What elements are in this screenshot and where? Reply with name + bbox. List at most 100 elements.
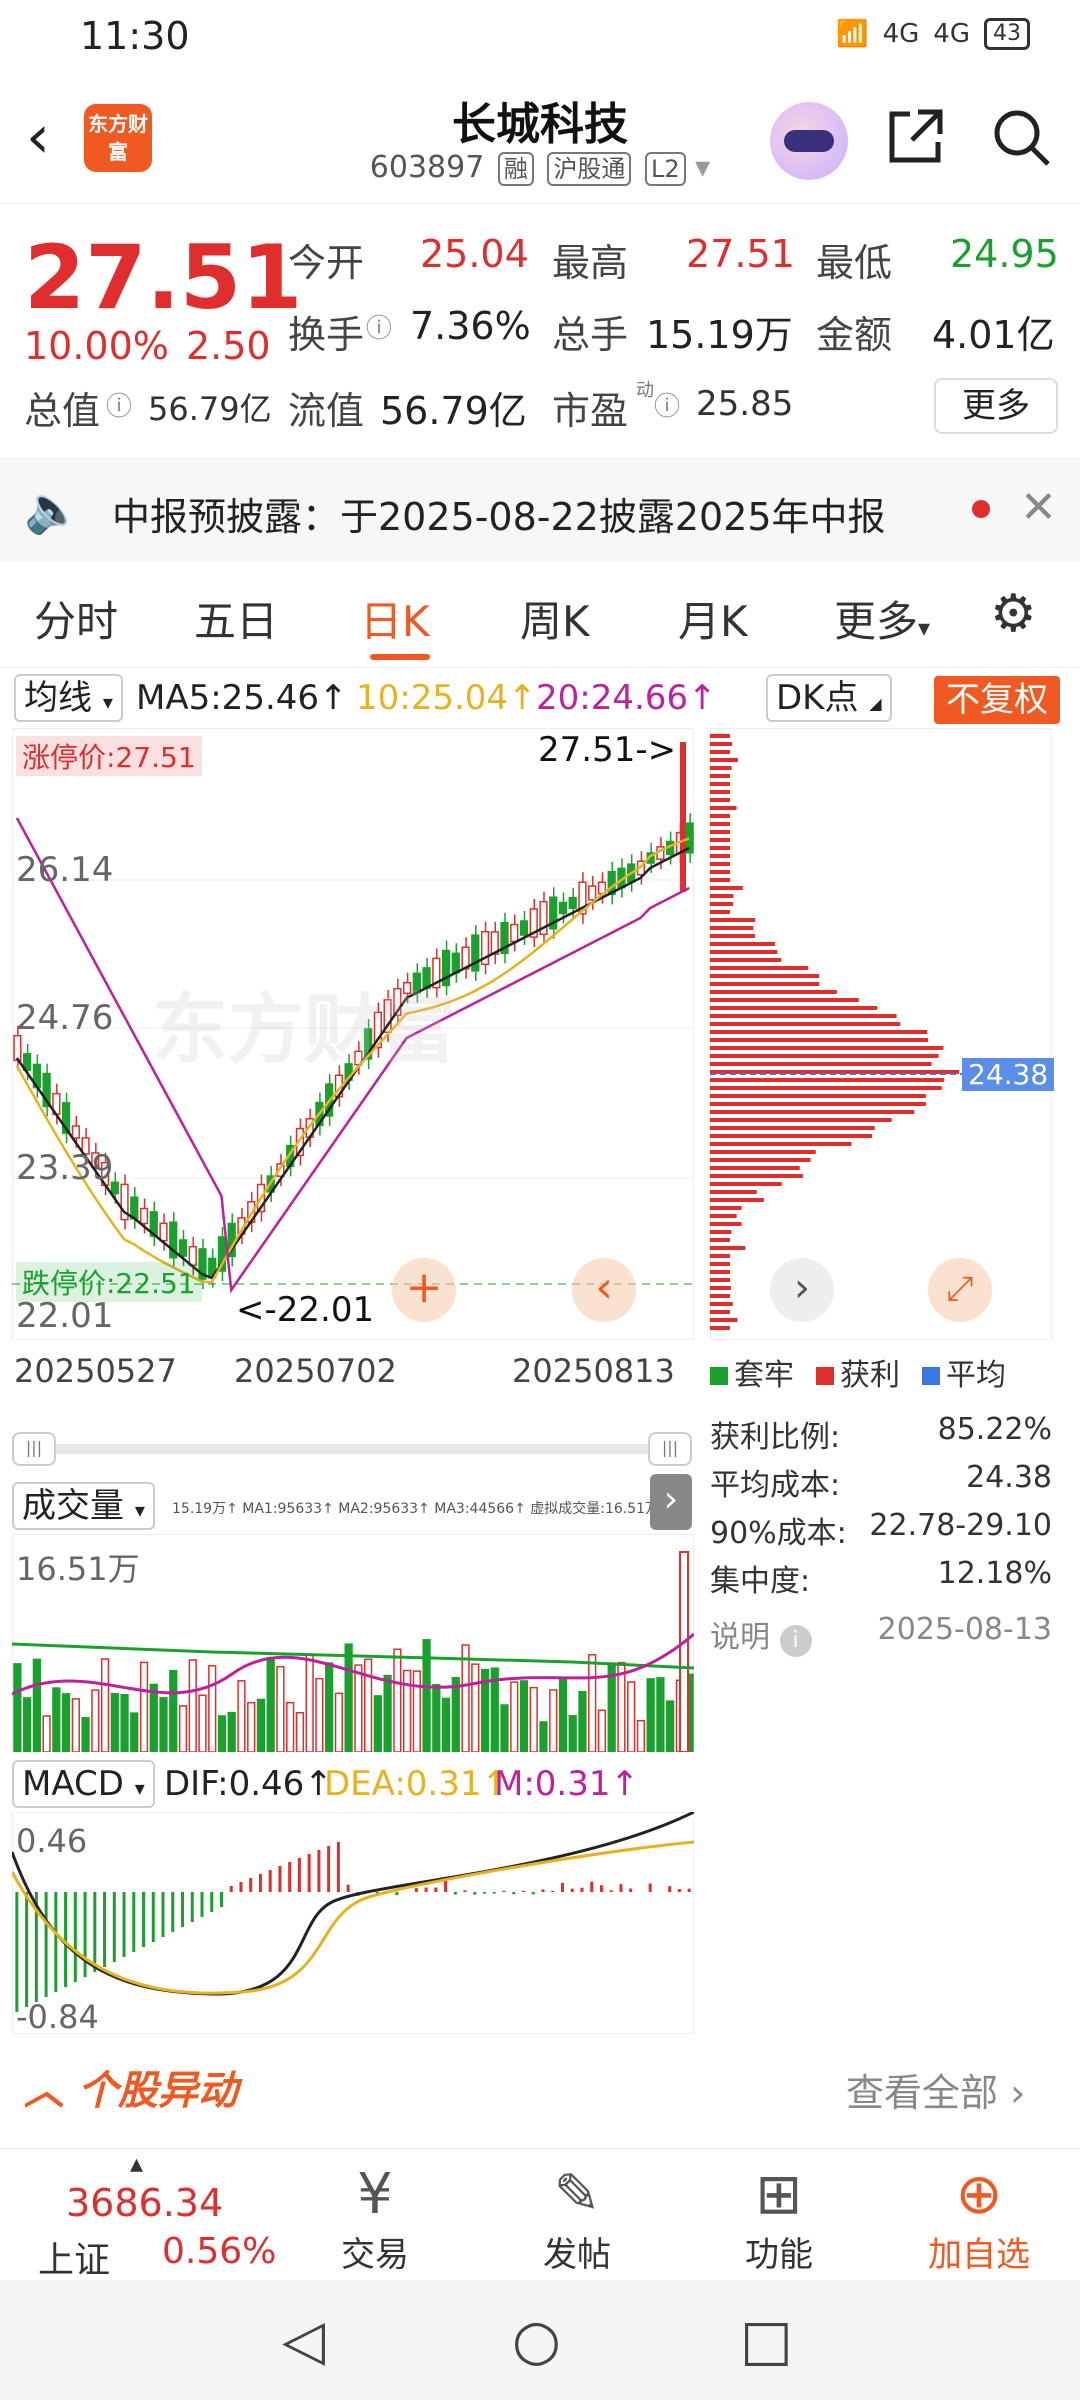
chip-bar [710,1038,929,1042]
volume-bar [568,1715,577,1753]
avg-cost-badge: 24.38 [962,1058,1055,1091]
abnormal-title[interactable]: ︿ 个股异动 [24,2058,238,2116]
index-pct[interactable]: 0.56% [162,2231,276,2272]
index-name[interactable]: 上证 [38,2231,110,2283]
tab-more[interactable]: 更多▾ [834,588,930,649]
explain-link[interactable]: 说明 i [710,1612,812,1657]
candle-body [471,934,480,972]
more-button[interactable]: 更多 [934,378,1058,434]
y-tick: 24.76 [16,998,114,1038]
x-tick-date: 20250813 [512,1352,675,1390]
info-icon[interactable]: ⓘ [654,386,680,423]
header: ‹ 东方财富 长城科技 603897 融 沪股通 L2 ▾ [0,72,1080,204]
volume-bar [539,1721,548,1753]
tab-monthly-k[interactable]: 月K [678,588,748,649]
volume-bar [169,1669,178,1753]
volume-bar [373,1695,382,1753]
slider-handle-left[interactable]: ||| [12,1432,56,1466]
chip-bar [710,1006,878,1010]
volume-bar [471,1663,480,1753]
chip-bar [710,974,820,978]
volume-bar [325,1662,334,1753]
tab-five-day[interactable]: 五日 [194,588,278,649]
adjust-button[interactable]: 不复权 [934,676,1060,724]
chip-bar [710,1110,915,1114]
chevron-right-icon[interactable]: › [770,1258,834,1322]
chip-bar [710,870,730,874]
macd-chart[interactable]: 0.46 -0.84 [10,1810,695,2036]
volume-select[interactable]: 成交量 ▾ [12,1482,155,1530]
info-icon[interactable]: ⓘ [106,386,132,423]
tab-intraday[interactable]: 分时 [34,588,118,649]
tab-more-label: 更多 [834,597,919,646]
high-marker: 27.51-> [538,730,677,770]
chip-distribution-chart[interactable]: 24.38 › ⤢ [709,727,1055,1341]
chip-bar [710,1246,746,1250]
chip-bar [710,1198,764,1202]
scroll-left-button[interactable]: ‹ [572,1258,636,1322]
amount-value: 4.01亿 [932,313,1055,357]
caret-up-icon[interactable]: ▴ [130,2149,143,2179]
search-icon[interactable] [990,106,1052,181]
trade-icon: ¥ [357,2162,393,2227]
notice-text[interactable]: 中报预披露：于2025-08-22披露2025年中报 [112,486,886,541]
ma-select-label: 均线 [24,678,92,718]
add-drawing-button[interactable]: + [392,1258,456,1322]
info-icon[interactable]: ⓘ [366,308,392,345]
chip-bar [710,1286,731,1290]
volume-bar [519,1680,529,1753]
kline-chart[interactable]: 涨停价:27.51 跌停价:22.51 26.14 24.76 23.39 22… [11,727,695,1390]
chip-bar [710,766,732,770]
share-icon[interactable] [884,106,946,182]
ma-select[interactable]: 均线 ▾ [14,674,123,722]
watermark: 东方财富 [152,985,456,1074]
nav-back-icon[interactable]: ◁ [282,2308,325,2373]
chip-bar [710,910,730,914]
slider-handle-right[interactable]: ||| [648,1432,692,1466]
chevron-down-icon[interactable]: ▾ [695,150,710,185]
stat-label: 获利比例: [710,1420,841,1455]
volume-bar [636,1719,646,1753]
volume-label: 总手 [552,313,629,357]
assistant-robot-icon[interactable] [770,102,848,180]
chevron-right-icon[interactable]: › [650,1474,692,1530]
dk-select[interactable]: DK点 ◢ [766,674,892,722]
low-label: 最低 [816,241,893,285]
chip-bar [710,990,837,994]
signal-icon: 4G [882,19,920,49]
expand-icon[interactable]: ⤢ [928,1258,992,1322]
view-all-link[interactable]: 查看全部 › [846,2062,1025,2117]
tab-daily-k[interactable]: 日K [360,588,430,649]
close-icon[interactable]: ✕ [1020,482,1057,533]
chip-legend: 套牢 获利 平均 [710,1350,1006,1394]
volume-chart[interactable]: 16.51万 [11,1533,695,1753]
nav-post[interactable]: ✎ 发帖 [512,2163,642,2276]
legend-label: 套牢 [734,1358,794,1393]
notice-bar[interactable]: 🔈 中报预披露：于2025-08-22披露2025年中报 ✕ [0,458,1080,562]
stat-row: 获利比例: 85.22% [710,1412,1052,1456]
candle-body [568,896,577,910]
legend-swatch [922,1367,940,1385]
tab-weekly-k[interactable]: 周K [520,588,590,649]
nav-trade[interactable]: ¥ 交易 [310,2163,440,2276]
chip-bar [710,822,730,826]
macd-select[interactable]: MACD ▾ [12,1760,155,1808]
chip-bar [710,742,733,746]
low-value: 24.95 [950,232,1059,276]
range-slider[interactable]: ||| ||| [12,1432,692,1466]
candle-body [588,885,597,901]
nav-functions[interactable]: ⊞ 功能 [714,2163,844,2276]
volume-bar [91,1689,100,1753]
stat-label: 说明 [710,1620,770,1655]
candle-body [139,1207,149,1225]
volume-bar [344,1643,353,1753]
gear-icon[interactable]: ⚙ [990,584,1037,644]
index-value[interactable]: 3686.34 [66,2181,223,2225]
stat-row: 集中度: 12.18% [710,1556,1052,1600]
nav-recents-icon[interactable]: □ [740,2308,793,2373]
ma20-label: 20:24.66↑ [536,678,717,718]
candle-body [71,1125,80,1139]
x-tick-date: 20250702 [234,1352,397,1390]
nav-add-watchlist[interactable]: ⊕ 加自选 [914,2163,1044,2276]
nav-home-icon[interactable]: ○ [512,2308,561,2373]
